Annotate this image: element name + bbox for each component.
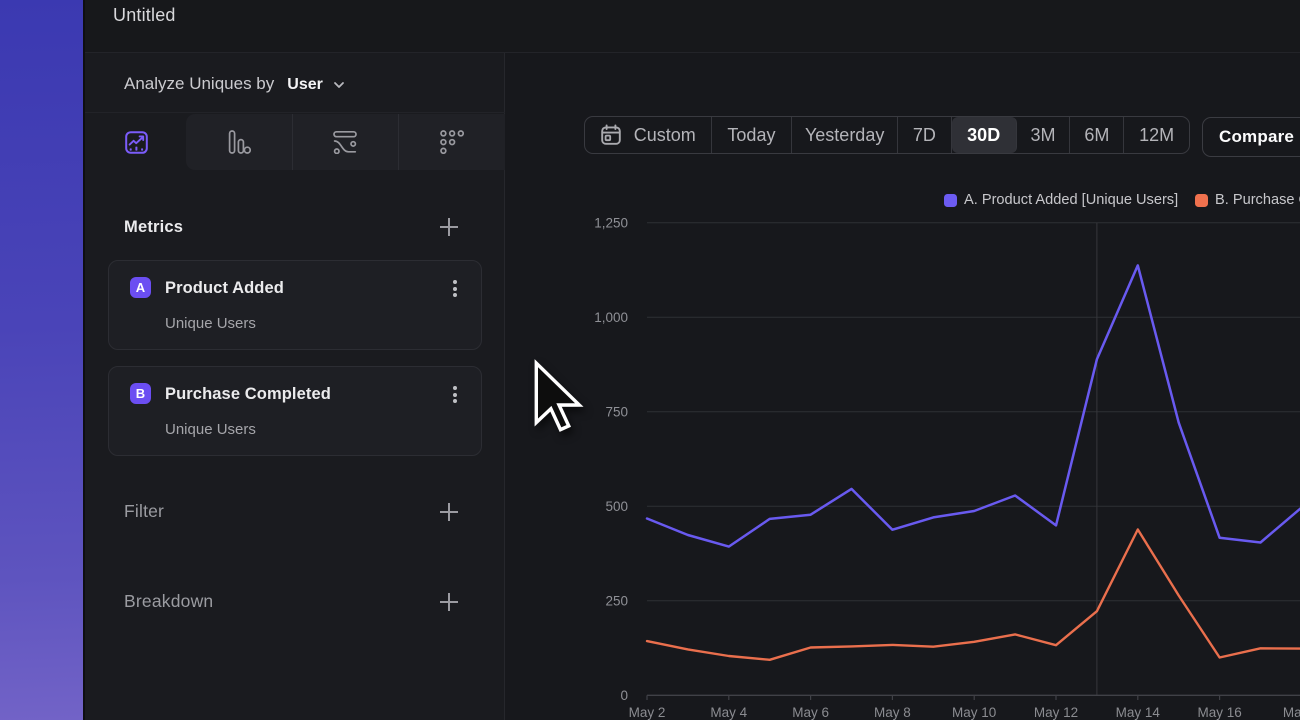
svg-text:May 8: May 8	[874, 705, 911, 720]
svg-text:May 16: May 16	[1197, 705, 1241, 720]
svg-text:May 14: May 14	[1116, 705, 1161, 720]
svg-text:0: 0	[620, 688, 628, 703]
svg-text:May 10: May 10	[952, 705, 996, 720]
svg-text:May 2: May 2	[629, 705, 666, 720]
svg-text:May 18: May 18	[1283, 705, 1300, 720]
svg-text:May 4: May 4	[710, 705, 747, 720]
svg-text:May 6: May 6	[792, 705, 829, 720]
svg-text:250: 250	[605, 593, 628, 608]
svg-text:750: 750	[605, 404, 628, 419]
svg-text:May 12: May 12	[1034, 705, 1078, 720]
svg-text:500: 500	[605, 499, 628, 514]
svg-text:1,250: 1,250	[594, 215, 628, 230]
svg-text:1,000: 1,000	[594, 310, 628, 325]
